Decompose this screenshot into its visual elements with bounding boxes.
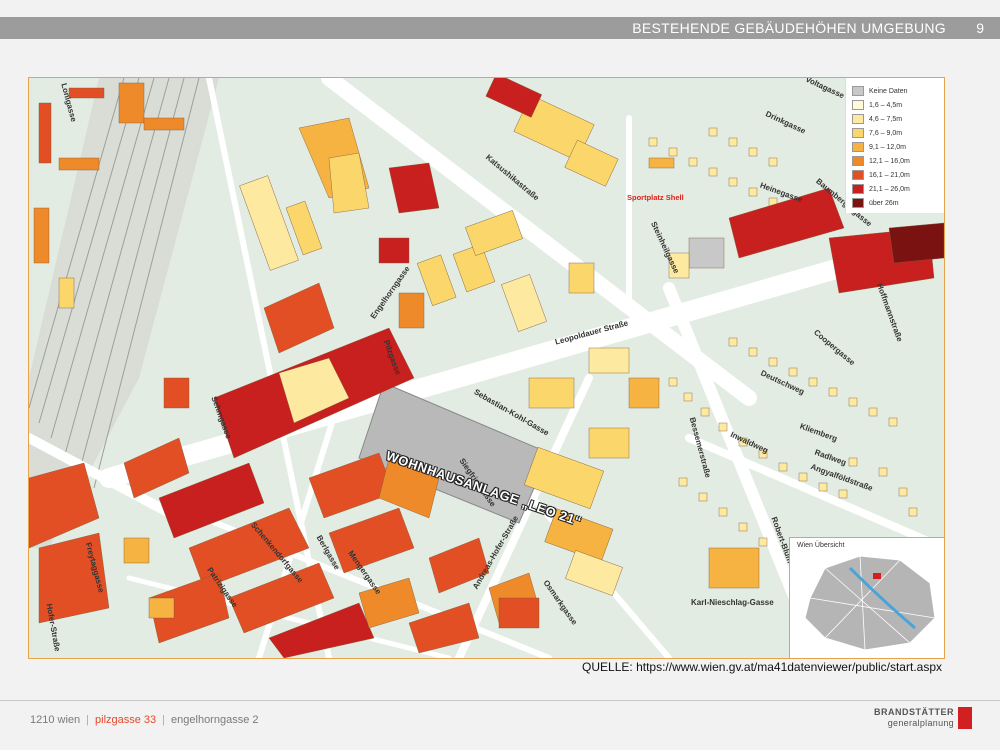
legend-swatch (852, 198, 864, 208)
legend-swatch (852, 100, 864, 110)
logo-mark-icon (958, 707, 972, 729)
footer-divider (0, 700, 1000, 701)
footer-breadcrumb: 1210 wien | pilzgasse 33 | engelhorngasse 2 (30, 714, 259, 726)
street-label: Karl-Nieschlag-Gasse (691, 598, 774, 607)
height-map[interactable]: Katsushikastraße Leopoldauer Straße Enge… (28, 77, 945, 659)
sport-field-label: Sportplatz Shell (627, 193, 684, 202)
legend-label: 7,6 – 9,0m (869, 129, 903, 137)
legend-swatch (852, 86, 864, 96)
legend-item: 7,6 – 9,0m (852, 128, 902, 138)
footer-current-project: pilzgasse 33 (95, 714, 157, 726)
vienna-overview-inset: Wien Übersicht (789, 537, 944, 658)
legend-item: Keine Daten (852, 86, 908, 96)
legend-swatch (852, 156, 864, 166)
legend-label: 1,6 – 4,5m (869, 101, 903, 109)
header-bar: BESTEHENDE GEBÄUDEHÖHEN UMGEBUNG 9 (0, 17, 1000, 39)
legend-label: 9,1 – 12,0m (869, 143, 906, 151)
legend-swatch (852, 128, 864, 138)
legend-label: 4,6 – 7,5m (869, 115, 903, 123)
legend-swatch (852, 184, 864, 194)
legend-swatch (852, 170, 864, 180)
legend-label: 21,1 – 26,0m (869, 185, 910, 193)
legend-label: Keine Daten (869, 87, 908, 95)
source-note: QUELLE: https://www.wien.gv.at/ma41daten… (582, 660, 942, 674)
legend-label: über 26m (869, 199, 899, 207)
legend-item: 12,1 – 16,0m (852, 156, 910, 166)
height-legend: Keine Daten 1,6 – 4,5m 4,6 – 7,5m 7,6 – … (845, 78, 944, 213)
footer-district: 1210 wien (30, 714, 81, 726)
legend-item: 9,1 – 12,0m (852, 142, 906, 152)
legend-item: über 26m (852, 198, 899, 208)
page-title: BESTEHENDE GEBÄUDEHÖHEN UMGEBUNG (632, 20, 946, 36)
footer-next-project: engelhorngasse 2 (171, 714, 259, 726)
location-marker (873, 573, 881, 579)
legend-label: 16,1 – 21,0m (869, 171, 910, 179)
vienna-districts-map (804, 555, 936, 651)
legend-item: 4,6 – 7,5m (852, 114, 902, 124)
legend-swatch (852, 114, 864, 124)
legend-swatch (852, 142, 864, 152)
company-logo: BRANDSTÄTTER generalplanung (872, 705, 972, 733)
legend-label: 12,1 – 16,0m (869, 157, 910, 165)
legend-item: 21,1 – 26,0m (852, 184, 910, 194)
legend-item: 1,6 – 4,5m (852, 100, 902, 110)
logo-name: BRANDSTÄTTER (874, 707, 954, 717)
logo-subtitle: generalplanung (887, 718, 954, 728)
legend-item: 16,1 – 21,0m (852, 170, 910, 180)
page-number: 9 (976, 20, 984, 36)
